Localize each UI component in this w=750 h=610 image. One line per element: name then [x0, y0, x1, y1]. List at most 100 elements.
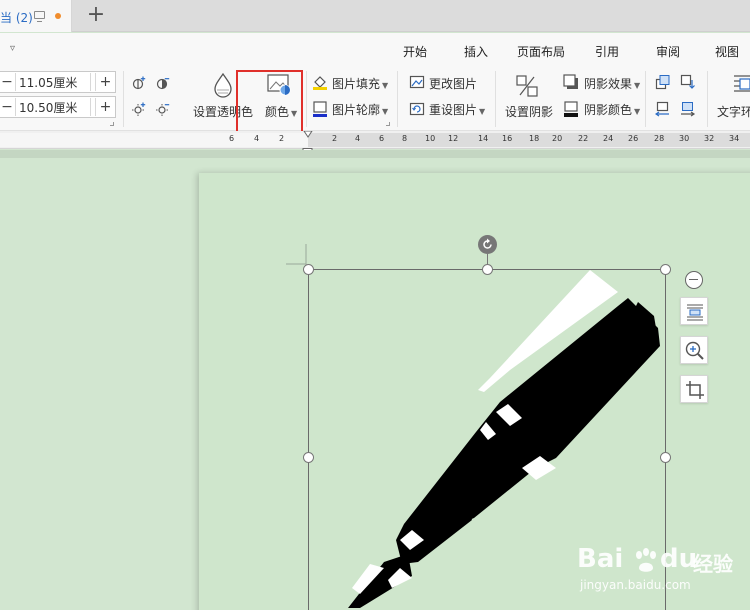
watermark-product: 经验: [693, 552, 733, 576]
shadow-nudge-right-icon[interactable]: [680, 101, 696, 117]
shadow-color-button[interactable]: 阴影颜色 ▼: [584, 101, 640, 118]
ruler-number: 2: [279, 134, 285, 143]
document-tab-title: 当 (2): [0, 11, 33, 25]
shadow-effect-label: 阴影效果: [584, 77, 633, 91]
change-picture-icon[interactable]: [409, 74, 425, 90]
outline-pen-icon[interactable]: [312, 101, 328, 117]
ruler-number: 4: [254, 134, 260, 143]
menu-view[interactable]: 视图: [715, 43, 739, 60]
dropdown-caret-icon: ▼: [382, 107, 389, 116]
ruler-number: 2: [332, 134, 338, 143]
document-tab[interactable]: 当 (2): [0, 0, 72, 32]
width-input[interactable]: [15, 98, 91, 116]
divider: [306, 71, 307, 127]
dropdown-caret-icon: ▼: [634, 81, 641, 90]
ruler-number: 34: [729, 134, 740, 143]
height-increase-button[interactable]: +: [95, 73, 115, 91]
baidu-watermark: Bai du 经验 jingyan.baidu.com: [575, 540, 750, 610]
reset-picture-icon[interactable]: [409, 101, 425, 117]
picture-fill-button[interactable]: 图片填充 ▼: [332, 75, 388, 92]
picture-style-dialog-launcher[interactable]: [386, 122, 390, 126]
shadow-effect-icon[interactable]: [563, 74, 579, 90]
minus-circle-icon[interactable]: [685, 271, 703, 289]
brightness-up-icon[interactable]: [131, 75, 147, 91]
divider: [123, 71, 124, 127]
divider: [645, 71, 646, 127]
divider: [397, 71, 398, 127]
picture-outline-label: 图片轮廓: [332, 103, 381, 117]
divider: [495, 71, 496, 127]
dropdown-caret-icon: ▼: [634, 107, 641, 116]
collapse-ribbon-icon[interactable]: ▿: [10, 43, 15, 54]
ruler-number: 4: [355, 134, 361, 143]
shadow-color-icon[interactable]: [563, 101, 579, 117]
rotate-icon[interactable]: [478, 235, 497, 254]
menu-home[interactable]: 开始: [403, 43, 427, 60]
ruler-number: 24: [603, 134, 614, 143]
watermark-brand: Bai: [577, 544, 624, 574]
horizontal-ruler[interactable]: 6 4 2 2 4 6 8 10 12 14 16 18 20 22 24 26…: [0, 131, 750, 149]
width-increase-button[interactable]: +: [95, 98, 115, 116]
shadow-color-label: 阴影颜色: [584, 103, 633, 117]
shadow-nudge-down-icon[interactable]: [680, 74, 696, 90]
ruler-number: 6: [379, 134, 385, 143]
zoom-in-icon[interactable]: [680, 336, 708, 364]
unsaved-dot-icon: [55, 13, 61, 19]
ruler-number: 20: [552, 134, 563, 143]
dropdown-caret-icon: ▼: [479, 107, 486, 116]
ruler-number: 6: [229, 134, 235, 143]
ruler-number: 18: [529, 134, 540, 143]
change-picture-button[interactable]: 更改图片: [429, 75, 477, 92]
resize-handle-top-right[interactable]: [660, 264, 671, 275]
shadow-toggle-icon[interactable]: [514, 73, 540, 99]
width-stepper[interactable]: − +: [0, 96, 116, 118]
ruler-number: 14: [478, 134, 489, 143]
reset-picture-button[interactable]: 重设图片 ▼: [429, 101, 485, 118]
menu-review[interactable]: 审阅: [656, 43, 680, 60]
set-shadow-button[interactable]: 设置阴影: [505, 103, 553, 120]
monitor-icon: [34, 11, 45, 22]
resize-handle-top-left[interactable]: [303, 264, 314, 275]
resize-handle-top[interactable]: [482, 264, 493, 275]
layout-options-icon[interactable]: [680, 297, 708, 325]
tab-bar: 当 (2) +: [0, 0, 750, 32]
ribbon: ▿ 开始 插入 页面布局 引用 审阅 视图 − + − + 设置透明色: [0, 33, 750, 131]
height-input[interactable]: [15, 73, 91, 91]
ruler-number: 10: [425, 134, 436, 143]
brightness-down-icon[interactable]: [131, 101, 147, 117]
ruler-number: 12: [448, 134, 459, 143]
menu-references[interactable]: 引用: [595, 43, 619, 60]
ruler-number: 8: [402, 134, 408, 143]
contrast-up-icon[interactable]: [155, 75, 171, 91]
shadow-nudge-up-icon[interactable]: [655, 74, 671, 90]
ruler-number: 28: [654, 134, 665, 143]
width-decrease-button[interactable]: −: [0, 98, 15, 116]
size-dialog-launcher[interactable]: [110, 122, 114, 126]
contrast-down-icon[interactable]: [155, 101, 171, 117]
height-decrease-button[interactable]: −: [0, 73, 15, 91]
watermark-url: jingyan.baidu.com: [580, 578, 691, 592]
text-wrap-button[interactable]: 文字环: [717, 103, 750, 120]
crop-icon[interactable]: [680, 375, 708, 403]
menu-insert[interactable]: 插入: [464, 43, 488, 60]
text-wrap-icon[interactable]: [732, 73, 750, 97]
dropdown-caret-icon: ▼: [382, 81, 389, 90]
menu-page-layout[interactable]: 页面布局: [517, 43, 565, 60]
indent-marker-icon[interactable]: [303, 131, 313, 141]
reset-picture-label: 重设图片: [429, 103, 478, 117]
fill-bucket-icon[interactable]: [312, 74, 328, 90]
picture-outline-button[interactable]: 图片轮廓 ▼: [332, 101, 388, 118]
resize-handle-right[interactable]: [660, 452, 671, 463]
shadow-effect-button[interactable]: 阴影效果 ▼: [584, 75, 640, 92]
ruler-number: 26: [628, 134, 639, 143]
plus-icon[interactable]: +: [86, 4, 106, 26]
ruler-number: 30: [679, 134, 690, 143]
resize-handle-left[interactable]: [303, 452, 314, 463]
shadow-nudge-left-icon[interactable]: [655, 101, 671, 117]
watermark-brand-end: du: [660, 544, 698, 574]
transparency-drop-icon[interactable]: [210, 71, 236, 99]
ruler-margin: [0, 133, 308, 147]
picture-fill-label: 图片填充: [332, 77, 381, 91]
height-stepper[interactable]: − +: [0, 71, 116, 93]
ruler-number: 16: [502, 134, 513, 143]
